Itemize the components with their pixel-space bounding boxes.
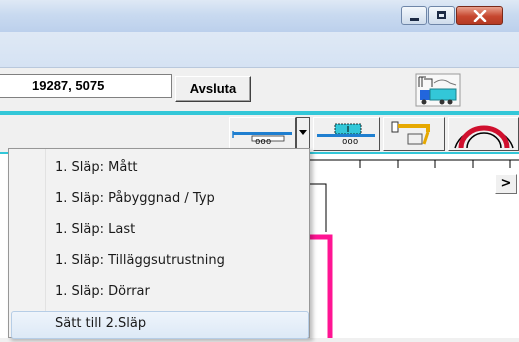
scroll-right-button[interactable]: > xyxy=(495,174,517,194)
chevron-down-icon xyxy=(299,130,307,135)
maximize-icon xyxy=(437,11,446,19)
minimize-button[interactable] xyxy=(401,6,427,25)
menu-item-trailer-doors[interactable]: 1. Släp: Dörrar xyxy=(55,278,150,306)
close-icon xyxy=(473,10,487,22)
turning-circle-icon xyxy=(454,125,514,149)
trailer-length-icon: ooo xyxy=(232,131,292,147)
menu-bar xyxy=(0,32,519,68)
coordinates-readout: 19287, 5075 xyxy=(0,74,172,98)
svg-text:ooo: ooo xyxy=(342,137,358,147)
menu-item-trailer-load[interactable]: 1. Släp: Last xyxy=(55,216,135,244)
turning-circle-button[interactable] xyxy=(448,117,519,151)
minimize-icon xyxy=(410,18,419,21)
dropdown-toggle[interactable] xyxy=(296,117,310,151)
trailer-length-button[interactable]: ooo xyxy=(229,117,296,151)
menu-item-set-second-trailer[interactable]: Sätt till 2.Släp xyxy=(55,310,146,338)
menu-item-trailer-equipment[interactable]: 1. Släp: Tilläggsutrustning xyxy=(55,247,225,275)
crane-button[interactable] xyxy=(383,117,445,151)
maximize-button[interactable] xyxy=(428,6,455,25)
svg-text:ooo: ooo xyxy=(255,137,271,147)
close-button[interactable] xyxy=(456,6,503,25)
trailer-body-icon: ooo xyxy=(317,123,375,147)
truck-icon[interactable] xyxy=(414,73,462,107)
exit-button[interactable]: Avsluta xyxy=(175,76,251,102)
trailer-body-button[interactable]: ooo xyxy=(313,117,380,151)
crane-icon xyxy=(391,121,430,145)
menu-item-trailer-dimensions[interactable]: 1. Släp: Mått xyxy=(55,154,138,182)
trailer-dropdown-menu: 1. Släp: Mått 1. Släp: Påbyggnad / Typ 1… xyxy=(8,148,310,339)
menu-item-trailer-body-type[interactable]: 1. Släp: Påbyggnad / Typ xyxy=(55,185,215,213)
